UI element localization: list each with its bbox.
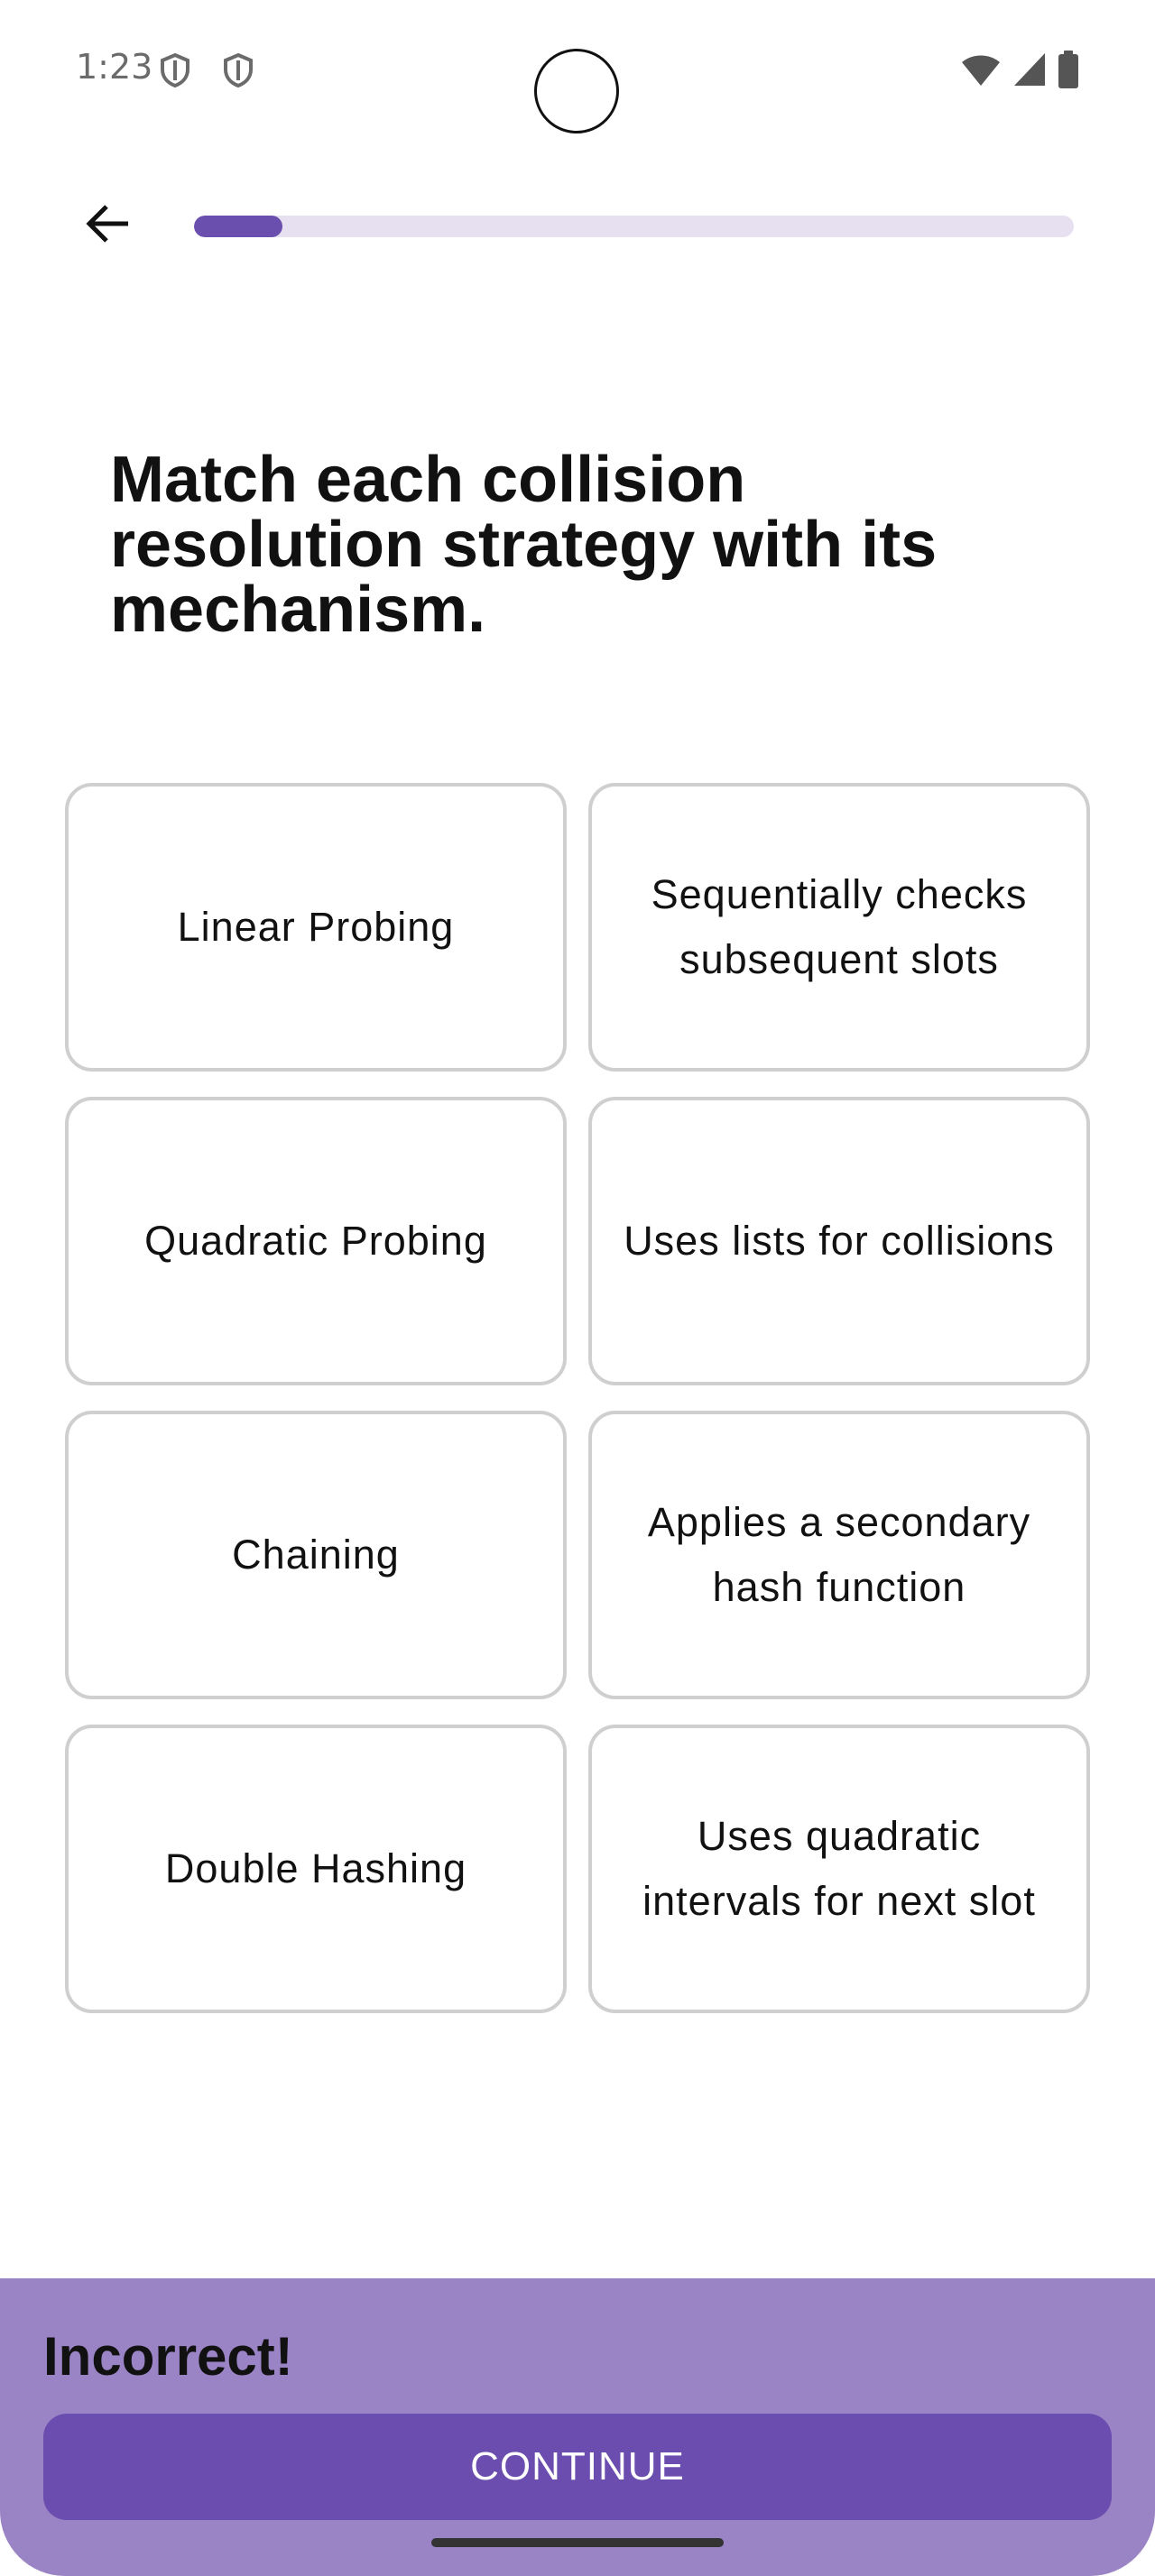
feedback-message: Incorrect! bbox=[43, 2326, 293, 2387]
status-icons bbox=[960, 51, 1079, 93]
continue-button[interactable]: CONTINUE bbox=[43, 2414, 1112, 2520]
match-card-definition[interactable]: Applies a secondary hash function bbox=[588, 1411, 1090, 1699]
battery-icon bbox=[1058, 51, 1079, 93]
shield-icon bbox=[159, 52, 191, 88]
match-card-term[interactable]: Double Hashing bbox=[65, 1725, 567, 2013]
status-time: 1:23 bbox=[76, 47, 153, 87]
match-card-term[interactable]: Linear Probing bbox=[65, 783, 567, 1072]
match-card-term[interactable]: Quadratic Probing bbox=[65, 1097, 567, 1385]
app-screen: 1:23 Match each collision resolution str… bbox=[0, 0, 1155, 2576]
progress-fill bbox=[194, 216, 282, 237]
match-grid: Linear Probing Sequentially checks subse… bbox=[65, 783, 1090, 2013]
status-bar: 1:23 bbox=[0, 0, 1155, 135]
match-card-term[interactable]: Chaining bbox=[65, 1411, 567, 1699]
feedback-panel: Incorrect! CONTINUE bbox=[0, 2278, 1155, 2576]
match-card-definition[interactable]: Uses quadratic intervals for next slot bbox=[588, 1725, 1090, 2013]
match-card-definition[interactable]: Uses lists for collisions bbox=[588, 1097, 1090, 1385]
match-card-definition[interactable]: Sequentially checks subsequent slots bbox=[588, 783, 1090, 1072]
camera-cutout bbox=[534, 49, 619, 133]
arrow-left-icon bbox=[83, 198, 134, 253]
progress-bar bbox=[194, 216, 1074, 237]
wifi-icon bbox=[960, 51, 1002, 92]
signal-icon bbox=[1012, 51, 1047, 92]
shield-icon bbox=[222, 52, 254, 88]
question-title: Match each collision resolution strategy… bbox=[110, 444, 938, 646]
home-indicator[interactable] bbox=[431, 2538, 724, 2547]
back-button[interactable] bbox=[76, 193, 141, 258]
